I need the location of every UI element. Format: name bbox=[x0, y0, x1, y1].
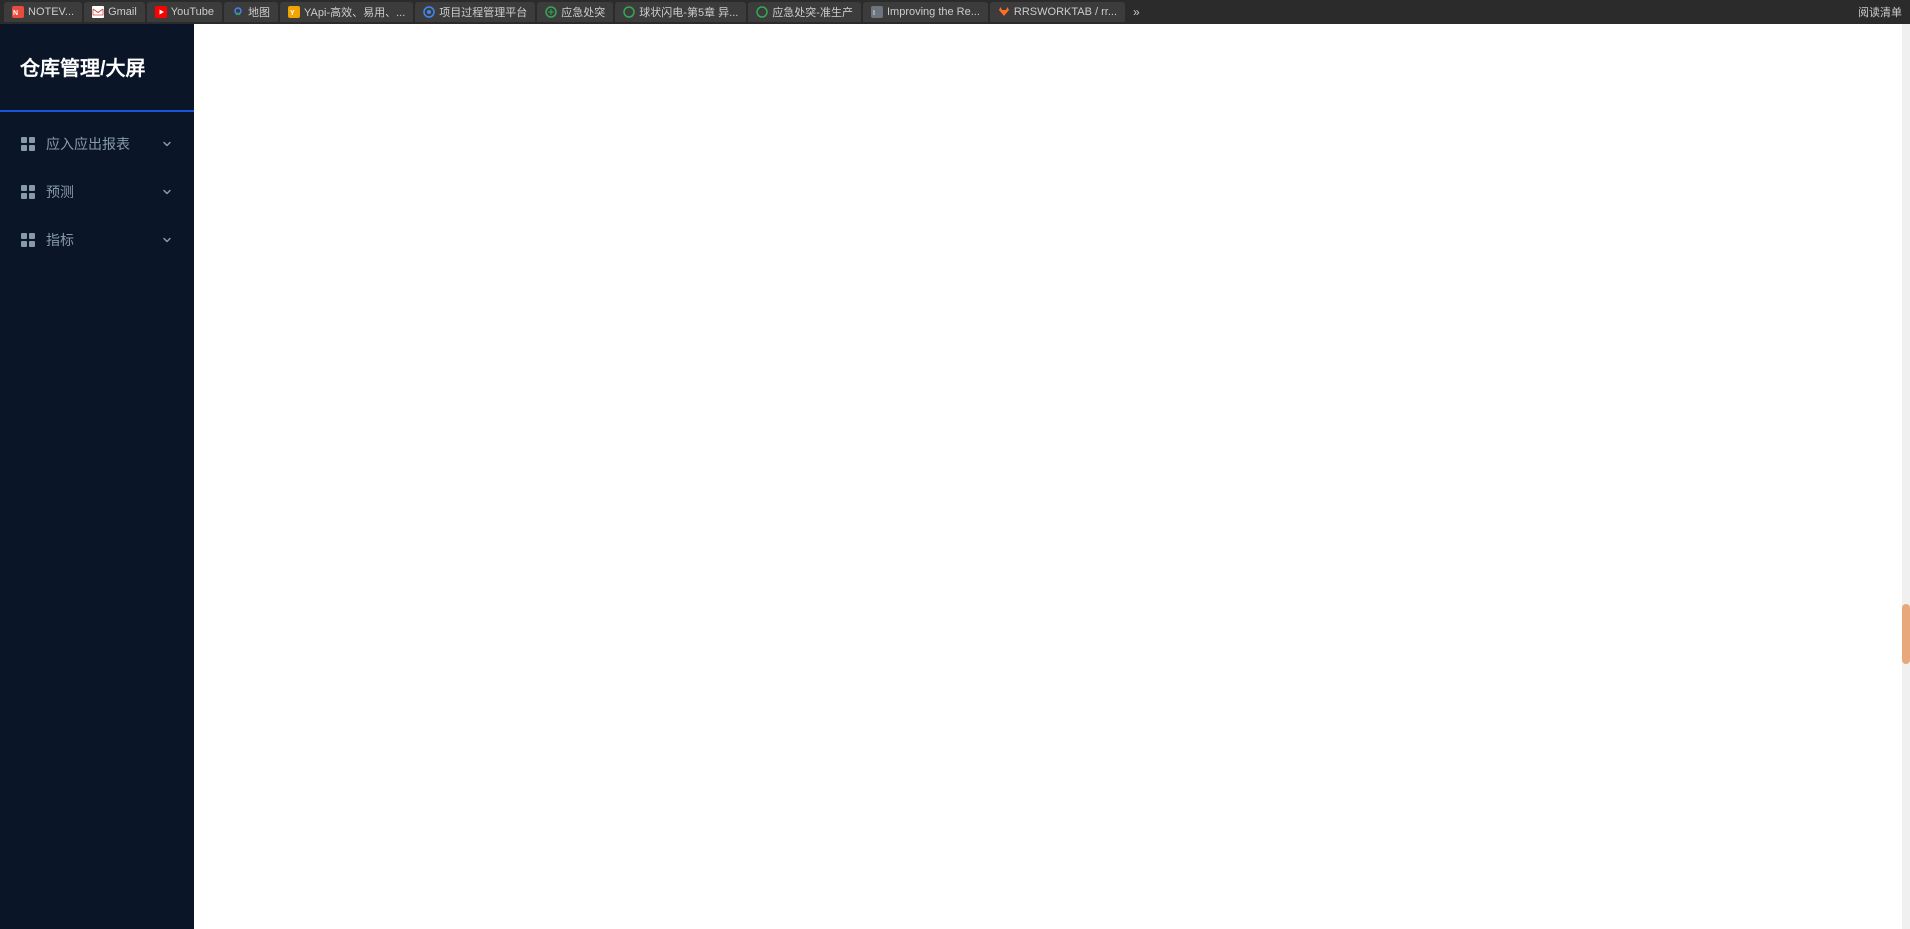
sidebar-nav: 应入应出报表 预测 bbox=[0, 112, 194, 264]
gmail-favicon bbox=[92, 6, 104, 18]
tab-gitlab[interactable]: RRSWORKTAB / rr... bbox=[990, 2, 1125, 22]
browser-tabs-bar: N NOTEV... Gmail YouTube 地图 Y YApi-高效、易用… bbox=[0, 0, 1910, 24]
nav-item-forecast[interactable]: 预测 bbox=[0, 168, 194, 216]
nav-reports-chevron bbox=[160, 137, 174, 151]
tab-yapi-label: YApi-高效、易用、... bbox=[304, 4, 405, 20]
nav-item-reports[interactable]: 应入应出报表 bbox=[0, 120, 194, 168]
browser-actions: 阅读清单 bbox=[1858, 4, 1906, 20]
sidebar-title: 仓库管理/大屏 bbox=[0, 24, 194, 110]
tab-gmail[interactable]: Gmail bbox=[84, 2, 145, 22]
tab-project[interactable]: 项目过程管理平台 bbox=[415, 2, 535, 22]
tab-yapi[interactable]: Y YApi-高效、易用、... bbox=[280, 2, 413, 22]
flash-favicon bbox=[623, 6, 635, 18]
nav-indicators-label: 指标 bbox=[46, 230, 150, 250]
improving-favicon: I bbox=[871, 6, 883, 18]
tab-notev[interactable]: N NOTEV... bbox=[4, 2, 82, 22]
tab-improving[interactable]: I Improving the Re... bbox=[863, 2, 988, 22]
maps-favicon bbox=[232, 6, 244, 18]
tab-flash-label: 球状闪电-第5章 异... bbox=[639, 4, 738, 20]
tab-maps-label: 地图 bbox=[248, 4, 270, 20]
svg-text:Y: Y bbox=[290, 10, 295, 17]
nav-forecast-label: 预测 bbox=[46, 182, 150, 202]
reading-list-button[interactable]: 阅读清单 bbox=[1858, 4, 1902, 20]
tab-youtube[interactable]: YouTube bbox=[147, 2, 222, 22]
nav-reports-label: 应入应出报表 bbox=[46, 134, 150, 154]
gitlab-favicon bbox=[998, 6, 1010, 18]
tab-gitlab-label: RRSWORKTAB / rr... bbox=[1014, 6, 1117, 18]
app-container: 仓库管理/大屏 应入应出报表 bbox=[0, 24, 1910, 929]
yapi-favicon: Y bbox=[288, 6, 300, 18]
scrollbar-track[interactable] bbox=[1902, 24, 1910, 929]
tab-youtube-label: YouTube bbox=[171, 6, 214, 18]
svg-text:I: I bbox=[873, 10, 875, 17]
project-favicon bbox=[423, 6, 435, 18]
svg-text:N: N bbox=[13, 10, 18, 17]
tab-flash[interactable]: 球状闪电-第5章 异... bbox=[615, 2, 746, 22]
tab-emergency1[interactable]: 应急处突 bbox=[537, 2, 613, 22]
nav-forecast-chevron bbox=[160, 185, 174, 199]
emergency1-favicon bbox=[545, 6, 557, 18]
tab-emergency1-label: 应急处突 bbox=[561, 4, 605, 20]
nav-indicators-icon bbox=[20, 232, 36, 248]
nav-reports-icon bbox=[20, 136, 36, 152]
nav-forecast-icon bbox=[20, 184, 36, 200]
tab-maps[interactable]: 地图 bbox=[224, 2, 278, 22]
emergency2-favicon bbox=[756, 6, 768, 18]
notev-favicon: N bbox=[12, 6, 24, 18]
tab-project-label: 项目过程管理平台 bbox=[439, 4, 527, 20]
tab-emergency2-label: 应急处突-准生产 bbox=[772, 4, 853, 20]
sidebar: 仓库管理/大屏 应入应出报表 bbox=[0, 24, 194, 929]
nav-item-indicators[interactable]: 指标 bbox=[0, 216, 194, 264]
youtube-favicon bbox=[155, 6, 167, 18]
tabs-overflow-button[interactable]: » bbox=[1127, 5, 1146, 19]
tab-gmail-label: Gmail bbox=[108, 6, 137, 18]
nav-indicators-chevron bbox=[160, 233, 174, 247]
main-content bbox=[194, 24, 1910, 929]
tab-emergency2[interactable]: 应急处突-准生产 bbox=[748, 2, 861, 22]
tab-improving-label: Improving the Re... bbox=[887, 6, 980, 18]
tab-notev-label: NOTEV... bbox=[28, 6, 74, 18]
scrollbar-thumb[interactable] bbox=[1902, 604, 1910, 664]
